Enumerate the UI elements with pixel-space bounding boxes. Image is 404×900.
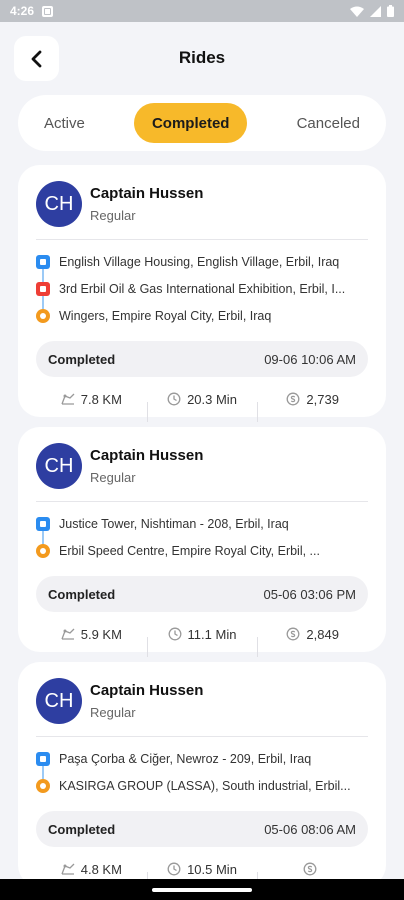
dropoff-icon [36, 543, 50, 558]
dropoff-icon [36, 778, 50, 793]
price-icon [303, 862, 317, 876]
stop-address: Paşa Çorba & Ciğer, Newroz - 209, Erbil,… [59, 751, 312, 766]
price-value: 2,739 [306, 391, 339, 407]
price-value: 2,849 [306, 626, 339, 642]
pickup-icon [36, 751, 50, 766]
duration-metric: 11.1 Min [146, 626, 258, 657]
stop-dropoff: Erbil Speed Centre, Empire Royal City, E… [36, 537, 368, 564]
ride-status-tabs: Active Completed Canceled [18, 95, 386, 151]
price-metric: 2,849 [257, 626, 368, 657]
distance-metric: 5.9 KM [36, 627, 147, 642]
ride-datetime: 05-06 03:06 PM [263, 586, 356, 602]
pickup-icon [36, 254, 50, 269]
status-badge: Completed [48, 586, 116, 602]
route-stops: Justice Tower, Nishtiman - 208, Erbil, I… [36, 510, 368, 564]
ride-datetime: 05-06 08:06 AM [264, 821, 356, 837]
dropoff-icon [36, 308, 50, 323]
stop-waypoint: 3rd Erbil Oil & Gas International Exhibi… [36, 275, 368, 302]
header: Rides [0, 22, 404, 94]
price-metric [257, 862, 368, 892]
tab-completed[interactable]: Completed [133, 103, 248, 143]
price-icon [286, 392, 300, 406]
distance-value: 7.8 KM [80, 391, 122, 407]
clock-icon [168, 627, 181, 641]
stop-address: KASIRGA GROUP (LASSA), South industrial,… [59, 778, 351, 793]
route-stops: English Village Housing, English Village… [36, 248, 368, 329]
waypoint-icon [36, 281, 50, 296]
avatar: CH [36, 181, 82, 227]
price-metric: 2,739 [257, 391, 368, 422]
distance-icon [61, 393, 75, 405]
ride-datetime: 09-06 10:06 AM [264, 351, 356, 367]
status-row: Completed 05-06 08:06 AM [36, 811, 368, 847]
stop-address: 3rd Erbil Oil & Gas International Exhibi… [59, 281, 346, 296]
driver-name: Captain Hussen [90, 447, 204, 464]
driver-info: CH Captain Hussen Regular [36, 441, 368, 491]
distance-metric: 7.8 KM [36, 392, 147, 407]
stop-dropoff: Wingers, Empire Royal City, Erbil, Iraq [36, 302, 368, 329]
duration-metric: 20.3 Min [146, 391, 258, 422]
stop-address: Wingers, Empire Royal City, Erbil, Iraq [59, 308, 272, 323]
home-indicator[interactable] [152, 887, 252, 892]
ride-card[interactable]: CH Captain Hussen Regular Paşa Çorba & C… [18, 662, 386, 892]
stop-pickup: Paşa Çorba & Ciğer, Newroz - 209, Erbil,… [36, 745, 368, 772]
ride-card[interactable]: CH Captain Hussen Regular English Villag… [18, 165, 386, 422]
ride-card[interactable]: CH Captain Hussen Regular Justice Tower,… [18, 427, 386, 657]
battery-icon [387, 5, 394, 17]
pickup-icon [36, 516, 50, 531]
ride-type: Regular [90, 470, 136, 485]
back-button[interactable] [14, 36, 59, 81]
status-row: Completed 09-06 10:06 AM [36, 341, 368, 377]
clock-icon [167, 862, 181, 876]
price-icon [286, 627, 300, 641]
tab-active[interactable]: Active [26, 103, 103, 143]
stop-address: Justice Tower, Nishtiman - 208, Erbil, I… [59, 516, 289, 531]
system-nav-bar [0, 879, 404, 900]
status-badge: Completed [48, 821, 116, 837]
stop-pickup: Justice Tower, Nishtiman - 208, Erbil, I… [36, 510, 368, 537]
ride-metrics: 5.9 KM 11.1 Min 2,849 [36, 612, 368, 657]
driver-info: CH Captain Hussen Regular [36, 676, 368, 726]
divider [36, 501, 368, 502]
driver-name: Captain Hussen [90, 682, 204, 699]
back-arrow-icon [31, 50, 41, 67]
route-stops: Paşa Çorba & Ciğer, Newroz - 209, Erbil,… [36, 745, 368, 799]
duration-metric: 10.5 Min [146, 861, 258, 892]
tab-canceled[interactable]: Canceled [279, 103, 378, 143]
distance-icon [61, 628, 75, 640]
avatar: CH [36, 443, 82, 489]
distance-value: 4.8 KM [80, 861, 122, 877]
notification-icon [42, 5, 54, 17]
signal-icon [370, 5, 381, 17]
duration-value: 10.5 Min [187, 861, 237, 877]
stop-address: Erbil Speed Centre, Empire Royal City, E… [59, 543, 320, 558]
wifi-icon [350, 6, 364, 17]
status-row: Completed 05-06 03:06 PM [36, 576, 368, 612]
distance-value: 5.9 KM [80, 626, 122, 642]
stop-dropoff: KASIRGA GROUP (LASSA), South industrial,… [36, 772, 368, 799]
ride-type: Regular [90, 208, 136, 223]
ride-metrics: 7.8 KM 20.3 Min 2,739 [36, 377, 368, 422]
stop-address: English Village Housing, English Village… [59, 254, 340, 269]
duration-value: 20.3 Min [187, 391, 237, 407]
distance-metric: 4.8 KM [36, 862, 147, 877]
divider [36, 239, 368, 240]
page-title: Rides [178, 48, 226, 67]
status-badge: Completed [48, 351, 116, 367]
avatar: CH [36, 678, 82, 724]
ride-type: Regular [90, 705, 136, 720]
clock-icon [167, 392, 181, 406]
duration-value: 11.1 Min [187, 626, 237, 642]
driver-info: CH Captain Hussen Regular [36, 179, 368, 229]
divider [36, 736, 368, 737]
driver-name: Captain Hussen [90, 185, 204, 202]
distance-icon [61, 863, 75, 875]
stop-pickup: English Village Housing, English Village… [36, 248, 368, 275]
status-time: 4:26 [10, 4, 35, 18]
status-bar: 4:26 [0, 0, 404, 22]
